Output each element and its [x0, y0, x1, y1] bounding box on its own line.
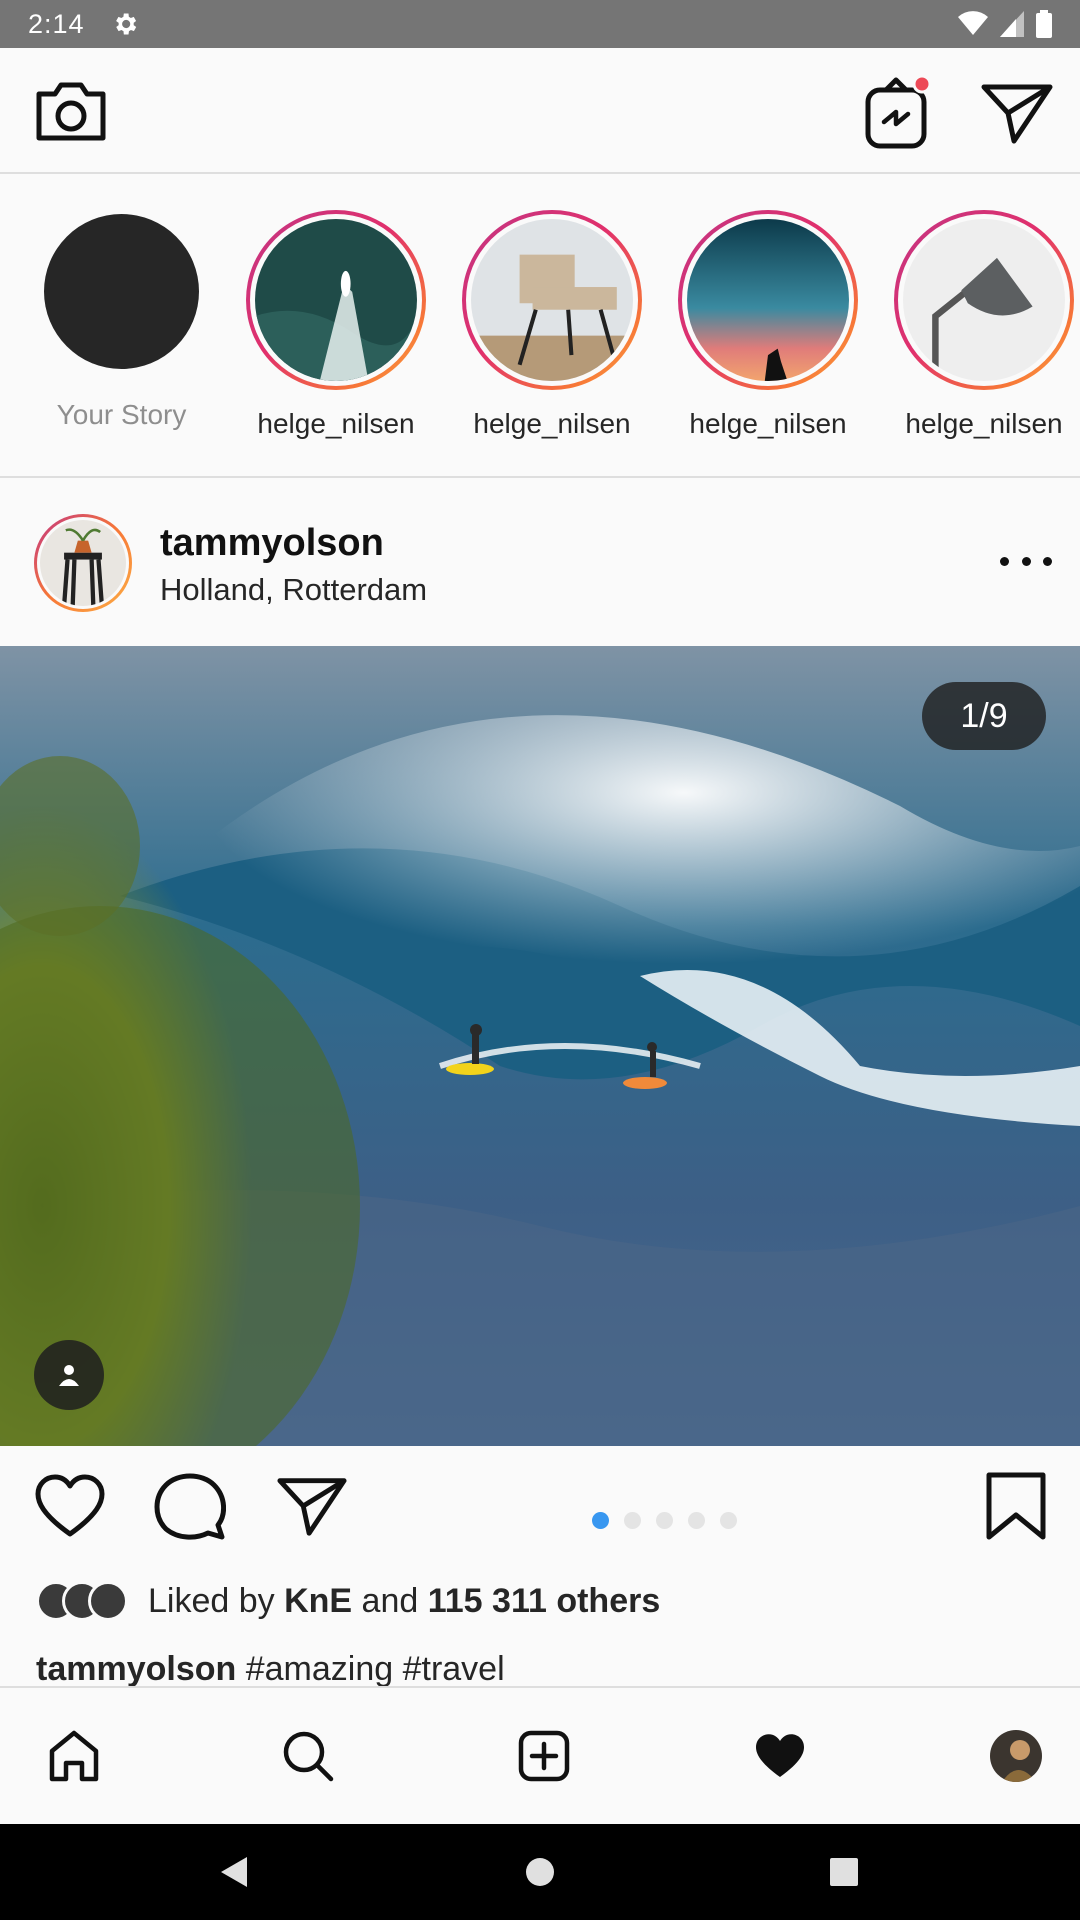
post-caption: tammyolson #amazing #travel [36, 1646, 1046, 1686]
post-location[interactable]: Holland, Rotterdam [160, 572, 427, 608]
caption-text: #amazing #travel [245, 1650, 505, 1686]
comment-icon [154, 1473, 226, 1540]
heart-outline-icon [35, 1474, 105, 1537]
post-header: tammyolson Holland, Rotterdam [0, 480, 1080, 646]
story-ring [894, 210, 1074, 390]
igtv-icon [865, 74, 932, 149]
carousel-dot [688, 1512, 705, 1529]
your-story-avatar [44, 214, 199, 369]
camera-button[interactable] [30, 76, 112, 148]
status-bar: 2:14 [0, 0, 1080, 48]
add-post-icon [518, 1730, 570, 1782]
story-thumbnail [687, 219, 849, 381]
carousel-dot [656, 1512, 673, 1529]
carousel-dot-active [592, 1512, 609, 1529]
bookmark-icon [986, 1472, 1046, 1540]
nav-profile-button[interactable] [978, 1718, 1054, 1794]
story-item[interactable]: helge_nilsen [894, 210, 1074, 440]
notification-dot [912, 74, 932, 94]
igtv-button[interactable] [860, 70, 936, 154]
story-thumbnail [471, 219, 633, 381]
story-item[interactable]: helge_nilsen [462, 210, 642, 440]
nav-search-button[interactable] [270, 1718, 346, 1794]
carousel-indicator [592, 1512, 737, 1529]
story-ring [246, 210, 426, 390]
save-button[interactable] [978, 1468, 1054, 1544]
recents-square-icon [830, 1858, 858, 1886]
profile-avatar [990, 1730, 1042, 1782]
caption-username[interactable]: tammyolson [36, 1650, 236, 1686]
likes-row[interactable]: Liked by KnE and 115 311 others [36, 1576, 660, 1626]
like-button[interactable] [32, 1468, 108, 1544]
share-icon [277, 1478, 347, 1536]
system-navigation-bar [0, 1824, 1080, 1920]
story-item[interactable]: helge_nilsen [678, 210, 858, 440]
media-counter: 1/9 [922, 682, 1046, 750]
story-ring [462, 210, 642, 390]
post-actions [0, 1446, 1080, 1566]
your-story[interactable]: Your Story [44, 214, 199, 431]
story-ring [678, 210, 858, 390]
post-username[interactable]: tammyolson [160, 522, 384, 565]
system-home-button[interactable] [516, 1848, 564, 1896]
more-options-icon[interactable] [1000, 546, 1052, 576]
gear-icon [115, 13, 136, 35]
liked-by-prefix: Liked by [148, 1581, 275, 1620]
your-story-label: Your Story [56, 399, 187, 430]
direct-message-button[interactable] [978, 78, 1056, 148]
liker-avatar [88, 1581, 128, 1621]
post-photo [0, 646, 1080, 1446]
camera-icon [36, 82, 106, 141]
story-label: helge_nilsen [905, 408, 1063, 439]
bottom-navigation [0, 1686, 1080, 1824]
liker-avatars [36, 1581, 128, 1621]
liked-by-user[interactable]: KnE [284, 1582, 352, 1620]
carousel-dot [720, 1512, 737, 1529]
top-app-bar [0, 48, 1080, 174]
activity-heart-icon [756, 1734, 804, 1777]
comment-button[interactable] [152, 1468, 228, 1544]
nav-activity-button[interactable] [742, 1718, 818, 1794]
story-thumbnail [903, 219, 1065, 381]
liked-by-others[interactable]: 115 311 others [428, 1582, 661, 1620]
post-media[interactable]: 1/9 [0, 646, 1080, 1446]
nav-add-post-button[interactable] [506, 1718, 582, 1794]
wifi-icon [958, 11, 988, 35]
tagged-people-button[interactable] [34, 1340, 104, 1410]
person-icon [59, 1365, 79, 1386]
story-label: helge_nilsen [473, 408, 631, 439]
share-button[interactable] [274, 1468, 350, 1544]
story-label: helge_nilsen [689, 408, 847, 439]
story-label: helge_nilsen [257, 408, 415, 439]
stories-tray: Your Story helge_nilsen helge_nilsen hel… [0, 176, 1080, 478]
direct-message-icon [981, 84, 1053, 144]
status-time: 2:14 [28, 8, 85, 39]
home-icon [49, 1730, 99, 1782]
liked-by-and: and [361, 1581, 419, 1620]
carousel-dot [624, 1512, 641, 1529]
home-circle-icon [526, 1858, 554, 1886]
post-author-avatar[interactable] [34, 514, 132, 612]
system-back-button[interactable] [210, 1848, 258, 1896]
nav-home-button[interactable] [36, 1718, 112, 1794]
battery-icon [1036, 10, 1052, 38]
likes-text: Liked by KnE and 115 311 others [148, 1582, 660, 1621]
search-icon [283, 1731, 334, 1782]
system-recents-button[interactable] [820, 1848, 868, 1896]
story-item[interactable]: helge_nilsen [246, 210, 426, 440]
story-thumbnail [255, 219, 417, 381]
back-triangle-icon [221, 1857, 247, 1887]
signal-icon [1000, 11, 1024, 37]
